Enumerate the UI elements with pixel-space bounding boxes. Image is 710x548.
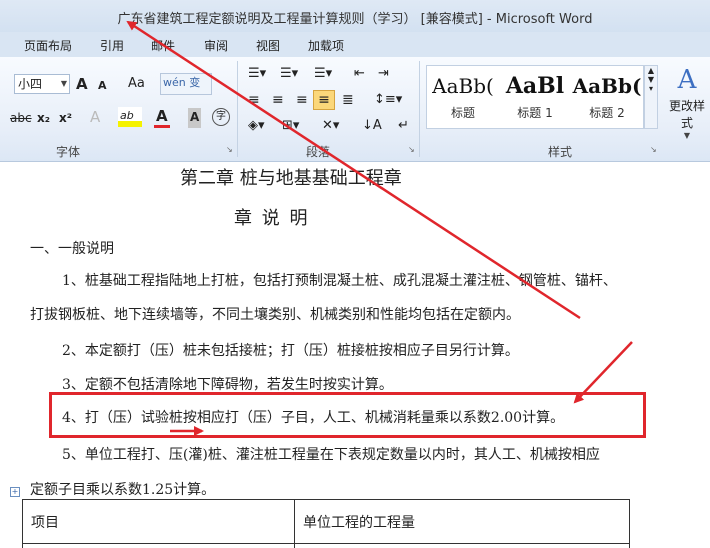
annotation-overlay: [126, 20, 633, 436]
annotation-arrow-to-title: [126, 20, 581, 320]
annotation-arrow-to-paragraph: [573, 341, 633, 404]
